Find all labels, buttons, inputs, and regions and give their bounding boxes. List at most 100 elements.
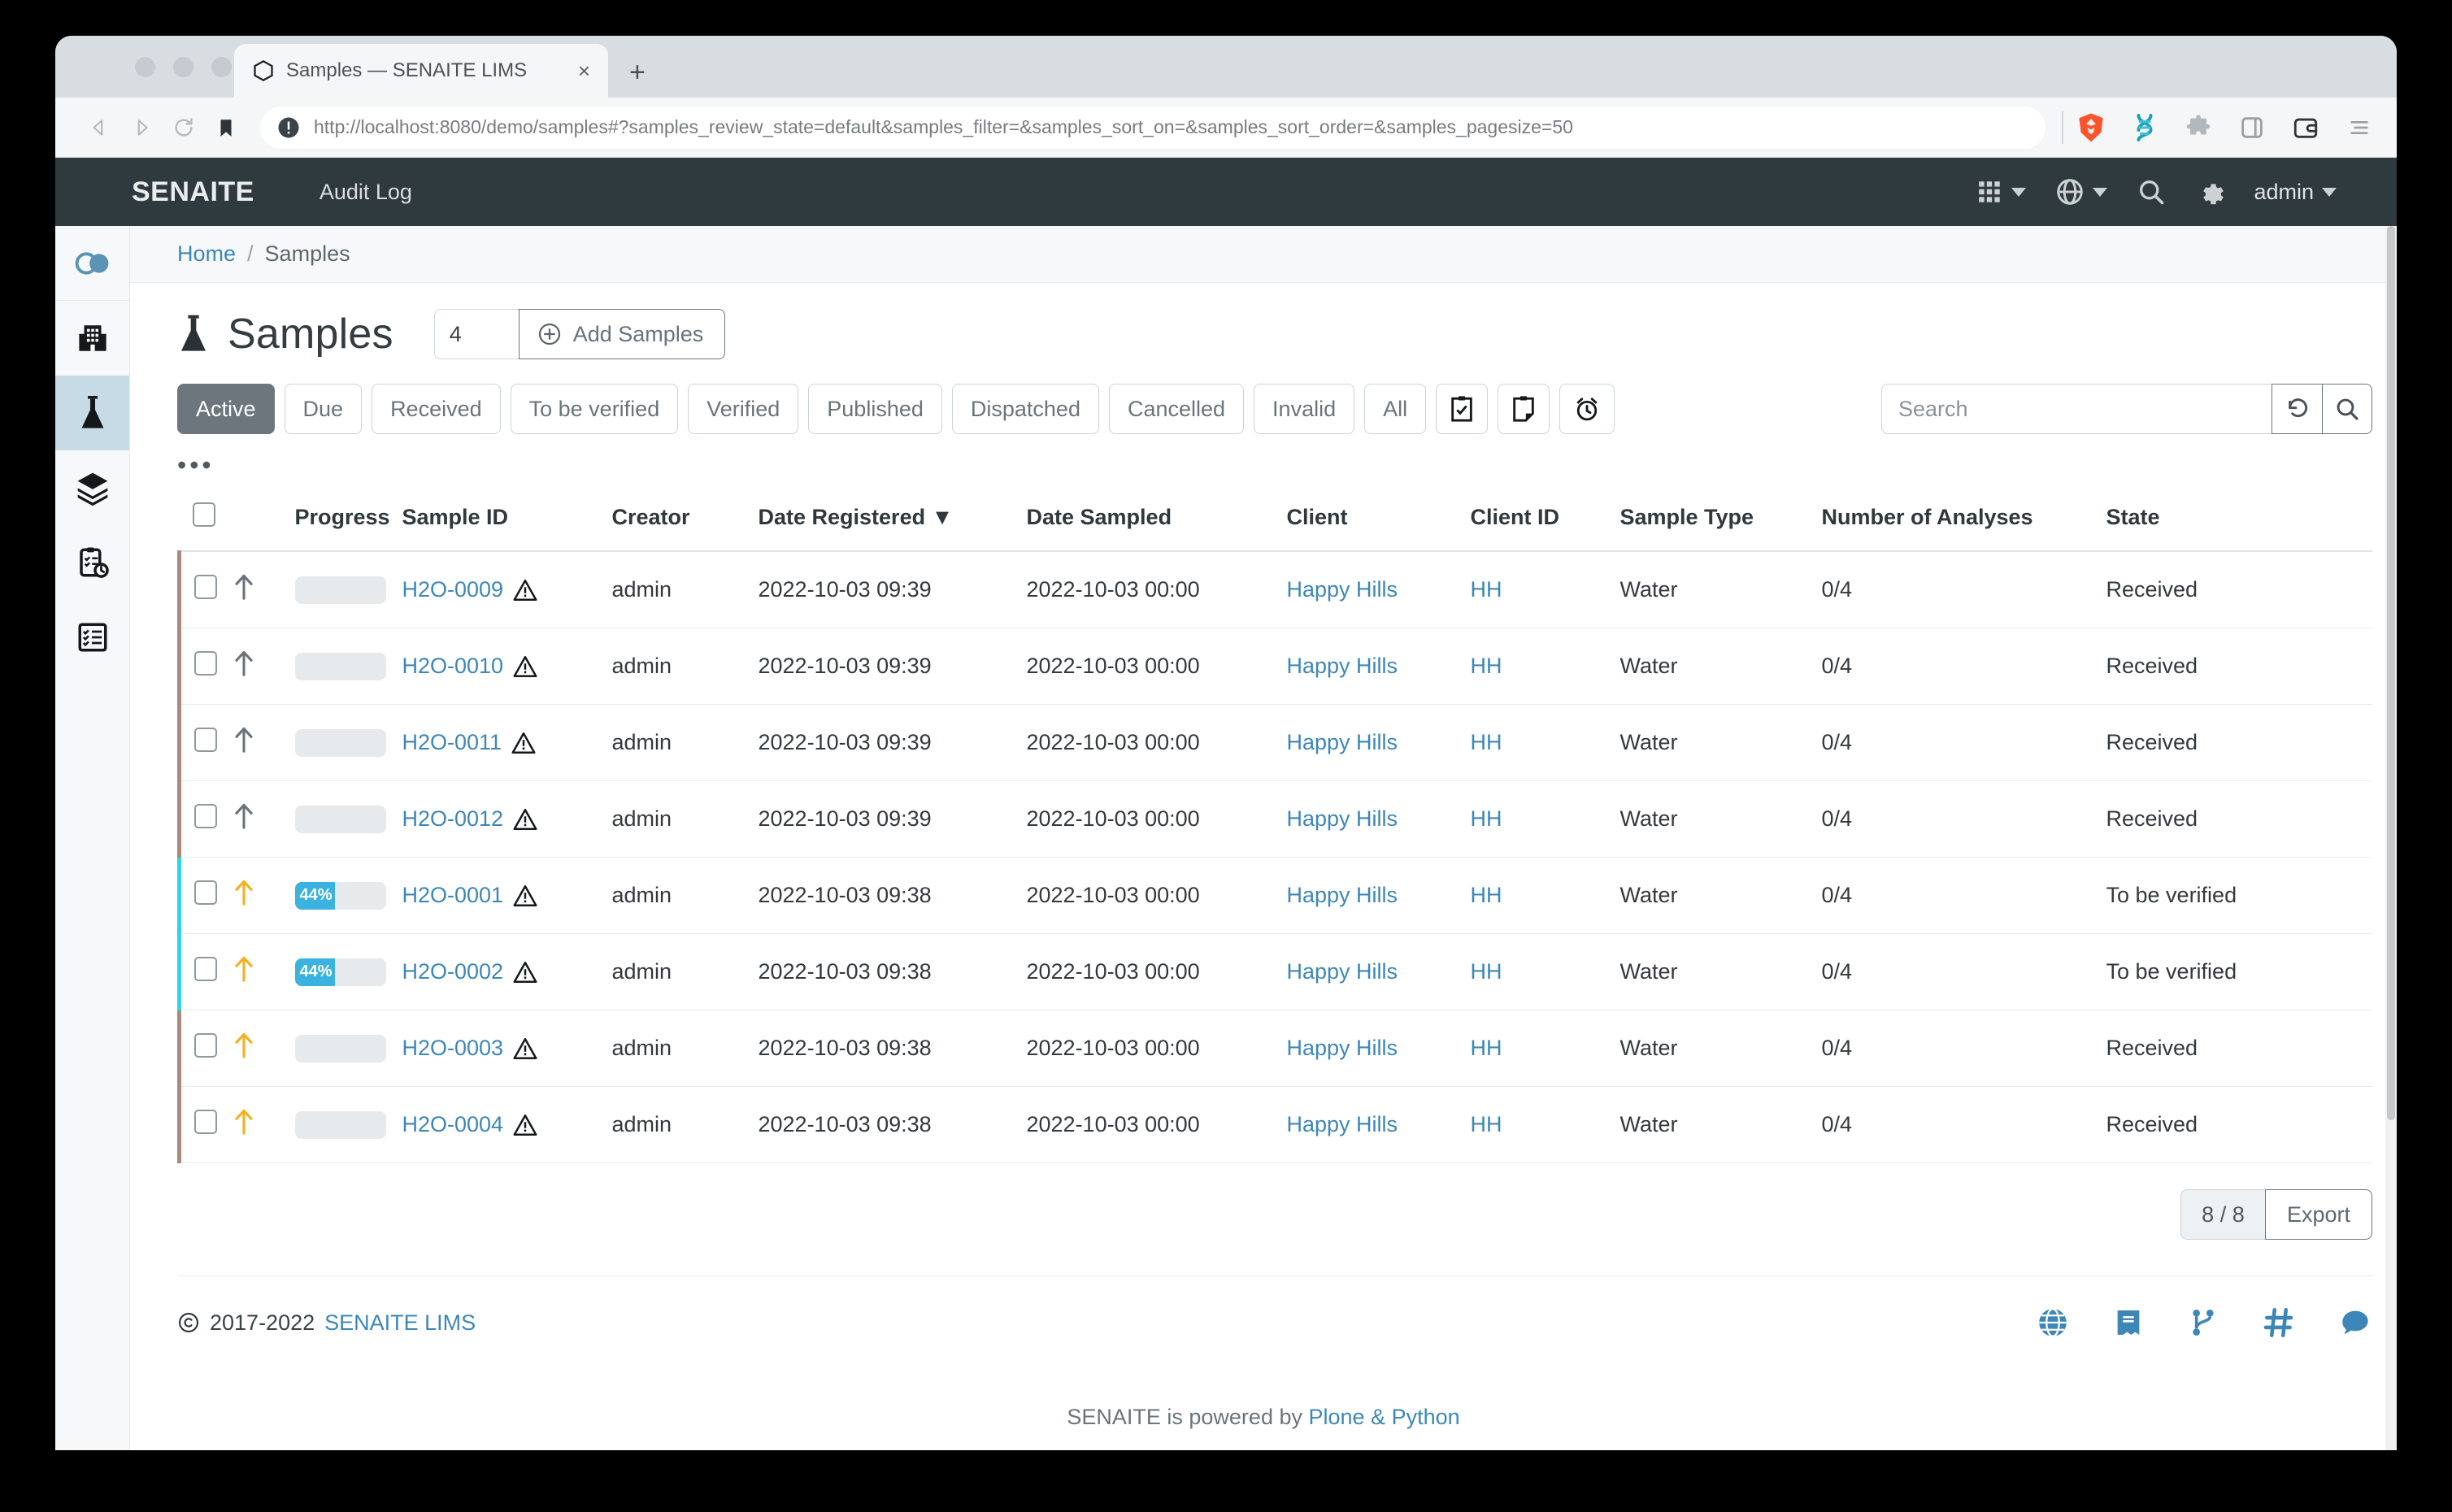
filter-tab-verified[interactable]: Verified <box>688 384 799 434</box>
table-row[interactable]: H2O-0003 admin 2022-10-03 09:38 2022-10-03 … <box>177 1010 2372 1087</box>
table-row[interactable]: 44% H2O-0001 admin 2022-10-03 09:38 2022-10-… <box>177 857 2372 934</box>
client-link[interactable]: Happy Hills <box>1287 806 1398 831</box>
senaite-logo[interactable]: SENAITE <box>132 176 254 208</box>
clipboard-check-button[interactable] <box>1436 384 1489 434</box>
browser-tab[interactable]: Samples — SENAITE LIMS × <box>234 44 608 98</box>
sidebar-item-batches[interactable] <box>55 450 129 525</box>
menu-icon[interactable] <box>2343 111 2376 144</box>
global-search-button[interactable] <box>2125 177 2177 206</box>
breadcrumb-home[interactable]: Home <box>177 241 236 267</box>
close-window-button[interactable] <box>135 57 155 77</box>
export-button[interactable]: Export <box>2264 1189 2372 1240</box>
column-header-client-id[interactable]: Client ID <box>1470 483 1620 552</box>
filter-tab-invalid[interactable]: Invalid <box>1254 384 1355 434</box>
sidebar-item-clients[interactable] <box>55 301 129 376</box>
column-header-client[interactable]: Client <box>1286 483 1471 552</box>
bookmark-icon[interactable] <box>205 106 247 149</box>
client-link[interactable]: Happy Hills <box>1287 730 1398 754</box>
search-submit-button[interactable] <box>2322 384 2372 434</box>
sample-id-link[interactable]: H2O-0009 <box>402 577 504 602</box>
row-checkbox[interactable] <box>194 651 217 676</box>
sample-id-link[interactable]: H2O-0003 <box>402 1036 504 1061</box>
sample-count-input[interactable] <box>433 309 519 359</box>
search-input[interactable] <box>1881 384 2272 434</box>
maximize-window-button[interactable] <box>211 57 232 77</box>
client-id-link[interactable]: HH <box>1471 1036 1502 1060</box>
sidebar-item-samples[interactable] <box>55 376 129 450</box>
url-bar[interactable]: http://localhost:8080/demo/samples#?samp… <box>260 106 2046 149</box>
sample-id-link[interactable]: H2O-0001 <box>402 883 504 908</box>
client-id-link[interactable]: HH <box>1471 806 1502 831</box>
filter-tab-all[interactable]: All <box>1364 384 1427 434</box>
column-header-progress[interactable]: Progress <box>294 483 402 552</box>
table-row[interactable]: H2O-0009 admin 2022-10-03 09:39 2022-10-03 … <box>177 551 2372 628</box>
client-link[interactable]: Happy Hills <box>1287 1036 1398 1060</box>
table-row[interactable]: H2O-0011 admin 2022-10-03 09:39 2022-10-03 … <box>177 704 2372 781</box>
sample-id-link[interactable]: H2O-0012 <box>402 806 504 832</box>
row-checkbox[interactable] <box>194 957 217 981</box>
nav-audit-log[interactable]: Audit Log <box>320 180 412 205</box>
client-link[interactable]: Happy Hills <box>1287 883 1398 907</box>
close-tab-button[interactable]: × <box>573 60 595 81</box>
filter-tab-due[interactable]: Due <box>284 384 363 434</box>
sidebar-icon[interactable] <box>2236 111 2268 144</box>
row-checkbox[interactable] <box>194 1110 217 1134</box>
column-header-creator[interactable]: Creator <box>611 483 759 552</box>
minimize-window-button[interactable] <box>173 57 193 77</box>
toggle-columns-button[interactable]: ••• <box>130 434 2397 483</box>
filter-tab-active[interactable]: Active <box>177 384 275 434</box>
alarm-clock-button[interactable] <box>1559 384 1615 434</box>
filter-tab-dispatched[interactable]: Dispatched <box>951 384 1099 434</box>
row-checkbox[interactable] <box>194 880 217 905</box>
reload-icon[interactable] <box>163 106 205 149</box>
filter-tab-cancelled[interactable]: Cancelled <box>1108 384 1245 434</box>
client-link[interactable]: Happy Hills <box>1287 1112 1398 1136</box>
sample-id-link[interactable]: H2O-0004 <box>402 1112 504 1137</box>
column-header-sample-type[interactable]: Sample Type <box>1619 483 1822 552</box>
search-reset-button[interactable] <box>2272 384 2322 434</box>
row-checkbox[interactable] <box>194 1033 217 1058</box>
table-row[interactable]: H2O-0010 admin 2022-10-03 09:39 2022-10-03 … <box>177 628 2372 705</box>
table-row[interactable]: H2O-0012 admin 2022-10-03 09:39 2022-10-03 … <box>177 780 2372 858</box>
scrollbar-thumb[interactable] <box>2387 226 2395 1120</box>
sidebar-item-worksheets[interactable] <box>55 525 129 600</box>
git-branch-icon[interactable] <box>2187 1306 2219 1340</box>
language-button[interactable] <box>2044 177 2119 206</box>
column-header-number-of-analyses[interactable]: Number of Analyses <box>1821 483 2106 552</box>
column-header-sample-id[interactable]: Sample ID <box>402 483 612 552</box>
table-row[interactable]: H2O-0004 admin 2022-10-03 09:38 2022-10-03 … <box>177 1086 2372 1163</box>
back-icon[interactable] <box>78 106 120 149</box>
client-id-link[interactable]: HH <box>1471 1112 1502 1136</box>
book-icon[interactable] <box>2112 1306 2145 1340</box>
copyright-link[interactable]: SENAITE LIMS <box>324 1310 476 1336</box>
page-scrollbar[interactable] <box>2385 226 2397 1450</box>
extension-puzzle-icon[interactable] <box>2182 111 2215 144</box>
apps-grid-button[interactable] <box>1964 178 2037 206</box>
sidebar-item-tasks[interactable] <box>55 600 129 675</box>
row-checkbox[interactable] <box>194 728 217 752</box>
client-link[interactable]: Happy Hills <box>1287 577 1398 602</box>
clipboard-partial-button[interactable] <box>1498 384 1550 434</box>
column-header-date-sampled[interactable]: Date Sampled <box>1026 483 1287 552</box>
sample-id-link[interactable]: H2O-0010 <box>402 654 504 679</box>
brave-shield-icon[interactable] <box>2075 111 2107 144</box>
client-id-link[interactable]: HH <box>1471 883 1502 907</box>
client-id-link[interactable]: HH <box>1471 959 1502 984</box>
filter-tab-to-be-verified[interactable]: To be verified <box>510 384 679 434</box>
column-header-date-registered[interactable]: Date Registered ▼ <box>758 483 1027 552</box>
row-checkbox[interactable] <box>194 575 217 599</box>
sample-id-link[interactable]: H2O-0011 <box>402 730 502 755</box>
wallet-icon[interactable] <box>2289 111 2322 144</box>
client-id-link[interactable]: HH <box>1471 654 1502 678</box>
client-id-link[interactable]: HH <box>1471 577 1502 602</box>
client-link[interactable]: Happy Hills <box>1287 654 1398 678</box>
filter-tab-received[interactable]: Received <box>372 384 501 434</box>
extension-dna-icon[interactable] <box>2128 111 2161 144</box>
hash-icon[interactable] <box>2262 1306 2296 1340</box>
row-checkbox[interactable] <box>194 804 217 828</box>
sidebar-item-toggle[interactable] <box>55 226 129 301</box>
settings-button[interactable] <box>2184 177 2236 206</box>
select-all-checkbox[interactable] <box>192 502 215 527</box>
new-tab-button[interactable]: + <box>629 59 646 86</box>
client-id-link[interactable]: HH <box>1471 730 1502 754</box>
